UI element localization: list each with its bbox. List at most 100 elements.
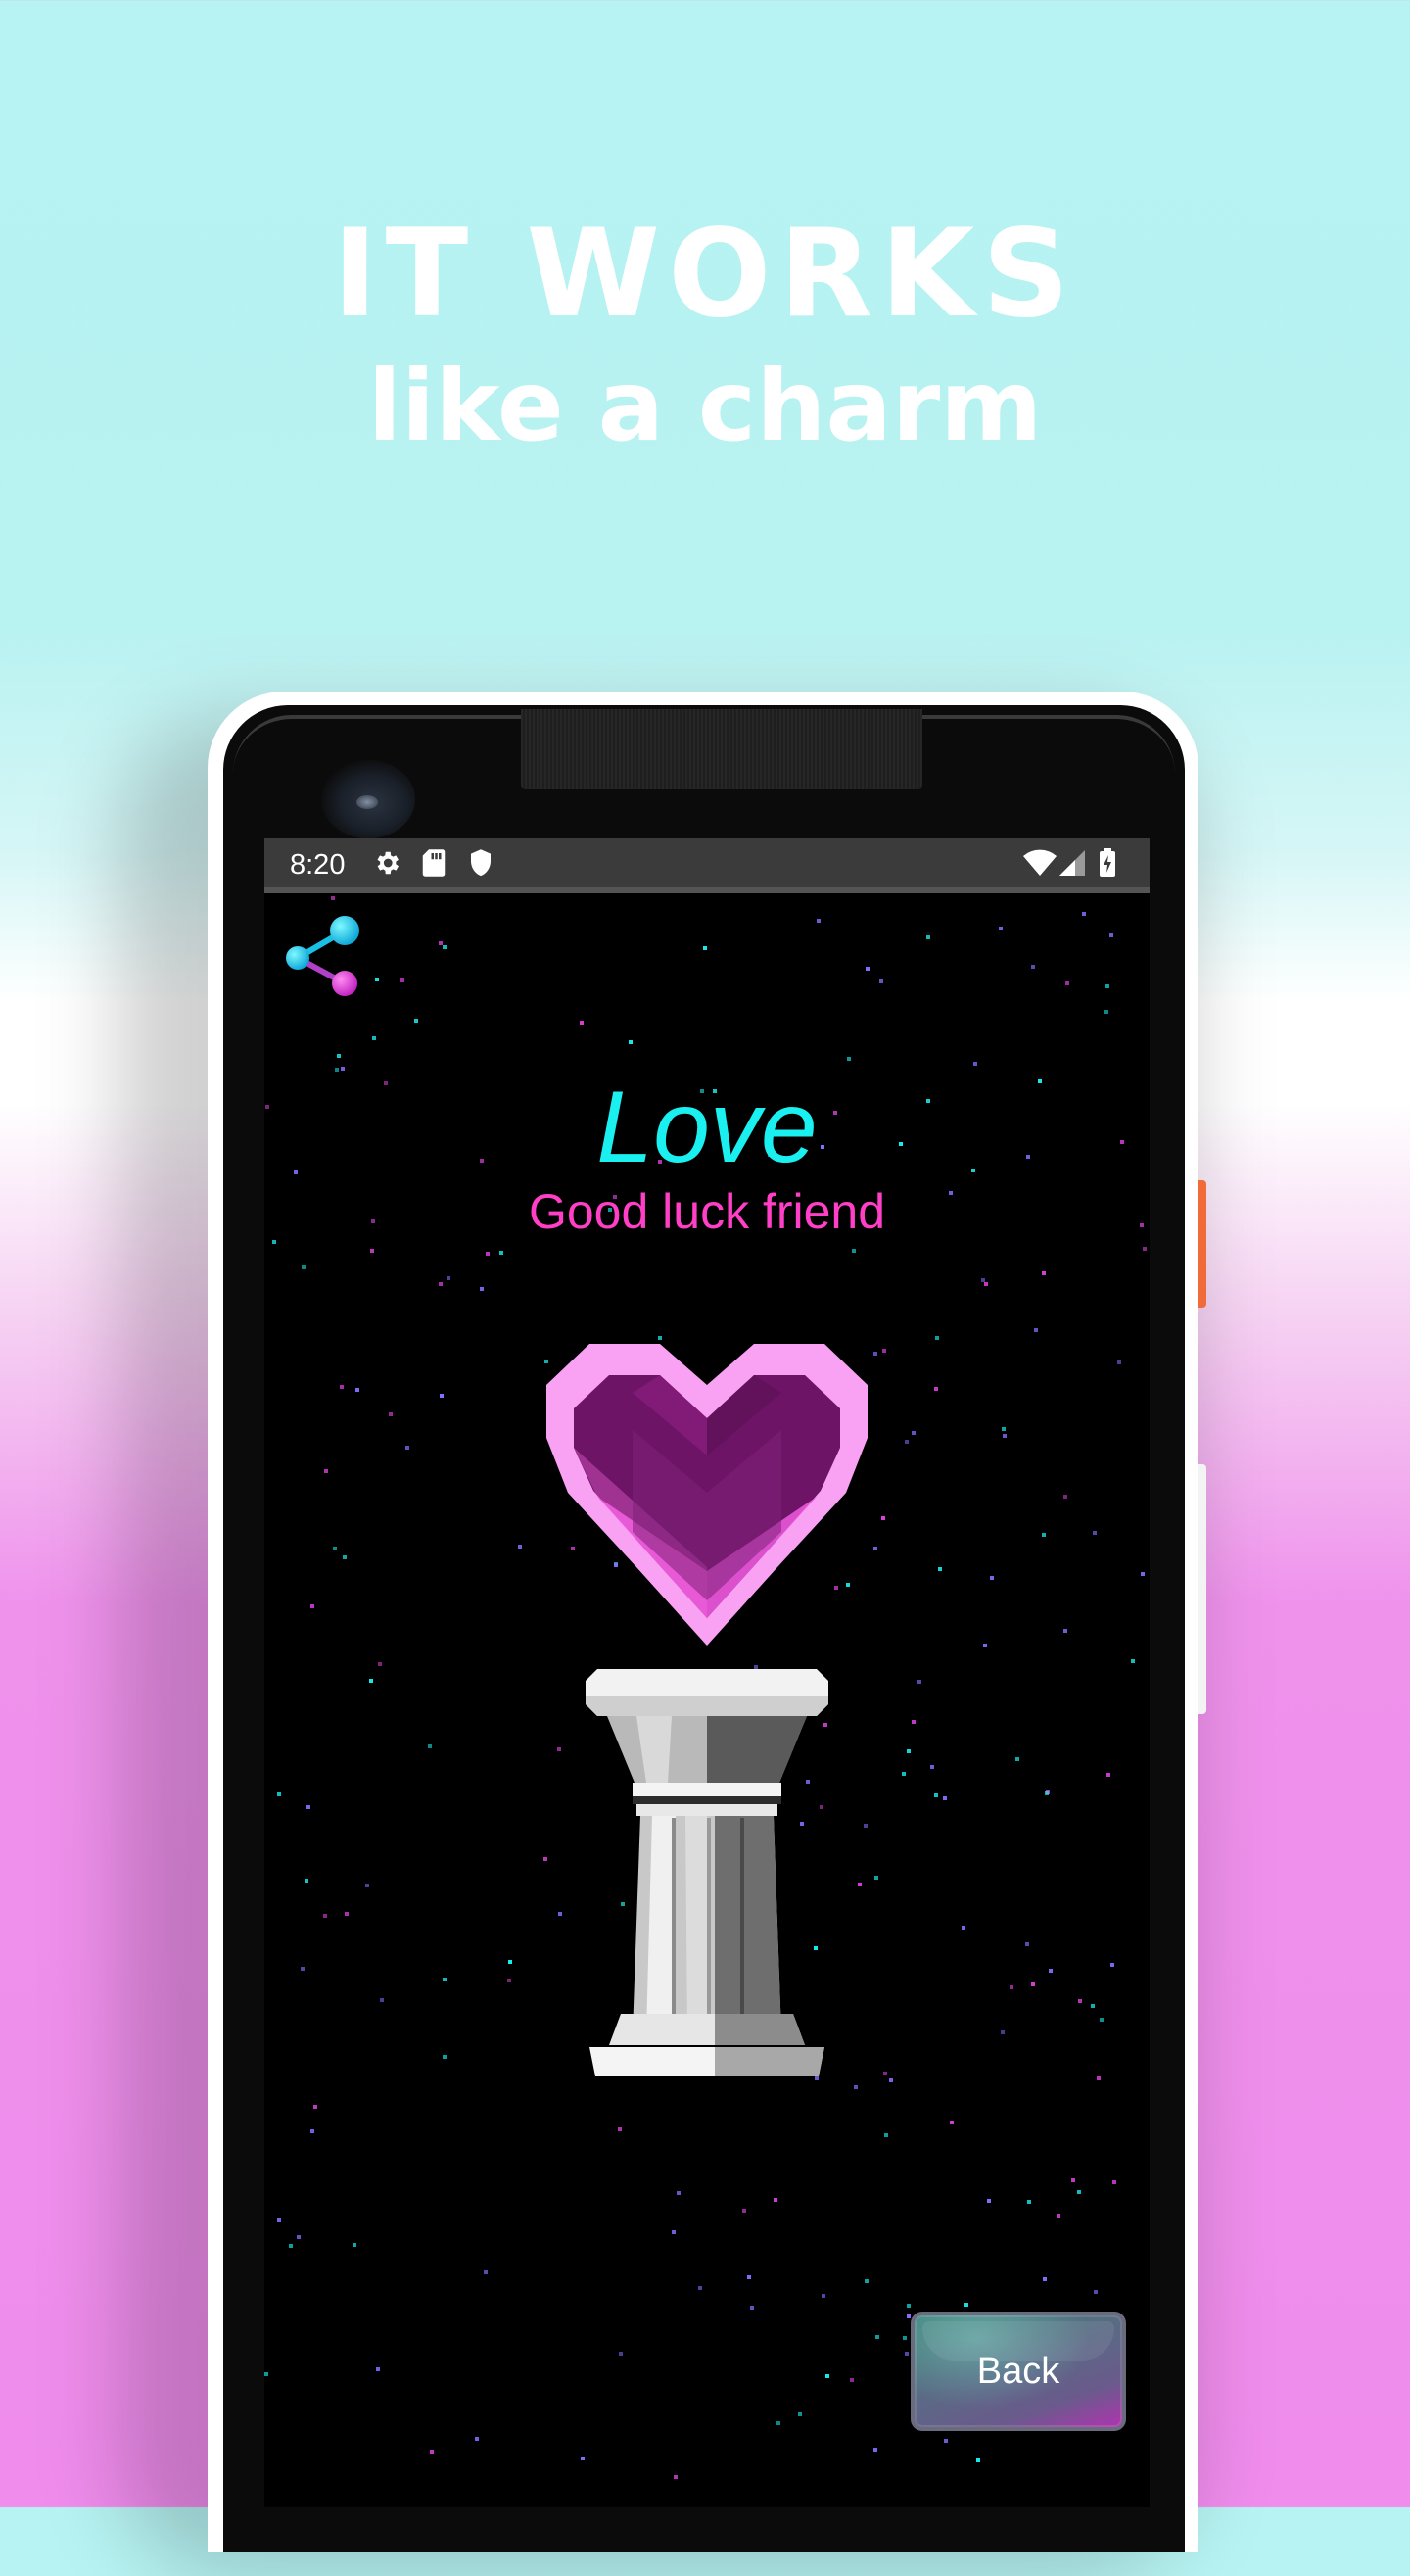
star	[881, 1516, 885, 1520]
star	[865, 2279, 869, 2283]
star	[776, 2421, 780, 2425]
star	[1104, 1010, 1108, 1014]
gear-icon	[377, 851, 399, 875]
star	[976, 2458, 980, 2462]
star	[337, 1054, 341, 1058]
star	[882, 1349, 886, 1353]
star	[1010, 1985, 1013, 1989]
battery-charging-icon	[1100, 848, 1115, 877]
star	[313, 2105, 317, 2109]
star	[1082, 912, 1086, 916]
star	[557, 1747, 561, 1751]
star	[884, 2133, 888, 2137]
headline-line-1: IT WORKS	[332, 204, 1078, 345]
star	[1063, 1495, 1067, 1499]
star	[414, 1019, 418, 1023]
star	[822, 2294, 825, 2298]
star	[879, 979, 883, 983]
front-camera	[321, 760, 415, 838]
star	[999, 927, 1003, 930]
star	[934, 1387, 938, 1391]
star	[352, 2243, 356, 2247]
star	[446, 1276, 450, 1280]
star	[1091, 2004, 1095, 2008]
star	[850, 2378, 854, 2382]
star	[619, 2352, 623, 2356]
star	[277, 1792, 281, 1796]
charm-subtitle: Good luck friend	[528, 1184, 886, 1239]
star	[372, 1036, 376, 1040]
star	[905, 1440, 909, 1444]
star	[934, 1793, 938, 1797]
star	[443, 2055, 446, 2059]
star	[917, 1680, 921, 1684]
star	[817, 919, 821, 923]
star	[944, 2439, 948, 2443]
star	[912, 1720, 916, 1724]
star	[1105, 984, 1109, 988]
star	[1109, 933, 1113, 937]
star	[343, 1555, 347, 1559]
star	[847, 1057, 851, 1061]
star	[365, 1884, 369, 1887]
star	[854, 2085, 858, 2089]
star	[1143, 1247, 1147, 1251]
star	[875, 2335, 879, 2339]
back-button[interactable]: Back	[911, 2312, 1126, 2431]
star	[375, 978, 379, 981]
star	[903, 2336, 907, 2340]
star	[926, 935, 930, 939]
star	[798, 2412, 802, 2416]
back-button-label: Back	[976, 2350, 1060, 2392]
star	[964, 2303, 968, 2307]
star	[629, 1040, 633, 1044]
star	[310, 1604, 314, 1608]
star	[340, 1385, 344, 1389]
star	[1097, 2076, 1101, 2080]
star	[907, 2304, 911, 2308]
star	[1131, 1659, 1135, 1663]
star	[874, 1876, 878, 1880]
star	[1063, 1629, 1067, 1633]
star	[943, 1796, 947, 1800]
star	[508, 1960, 512, 1964]
star	[905, 2352, 909, 2356]
sd-card-icon	[422, 849, 446, 877]
star	[439, 1282, 443, 1286]
star	[405, 1446, 409, 1450]
star	[1002, 1427, 1006, 1431]
star	[950, 2121, 954, 2124]
star	[1015, 1757, 1019, 1761]
star	[1106, 1773, 1110, 1777]
star	[345, 1912, 349, 1916]
star	[866, 967, 870, 971]
star	[1049, 1969, 1053, 1973]
star	[698, 2286, 702, 2290]
star	[301, 1967, 305, 1971]
star	[443, 1978, 446, 1981]
status-time: 8:20	[290, 849, 346, 881]
star	[443, 945, 446, 949]
star	[289, 2244, 293, 2248]
star	[750, 2306, 754, 2310]
star	[852, 1249, 856, 1253]
star	[264, 2372, 268, 2376]
star	[677, 2191, 681, 2195]
star	[774, 2198, 777, 2202]
star	[1042, 1271, 1046, 1275]
star	[1093, 1531, 1097, 1535]
star	[310, 2129, 314, 2133]
share-icon[interactable]	[276, 913, 366, 1003]
star	[543, 1857, 547, 1861]
star	[674, 2475, 678, 2479]
star	[907, 2314, 911, 2318]
volume-button	[1198, 1464, 1206, 1714]
star	[355, 1388, 359, 1392]
power-button	[1198, 1180, 1206, 1308]
star	[1034, 1328, 1038, 1332]
star	[333, 1547, 337, 1550]
star	[984, 1282, 988, 1286]
star	[990, 1576, 994, 1580]
star	[331, 896, 335, 900]
star	[439, 941, 443, 945]
